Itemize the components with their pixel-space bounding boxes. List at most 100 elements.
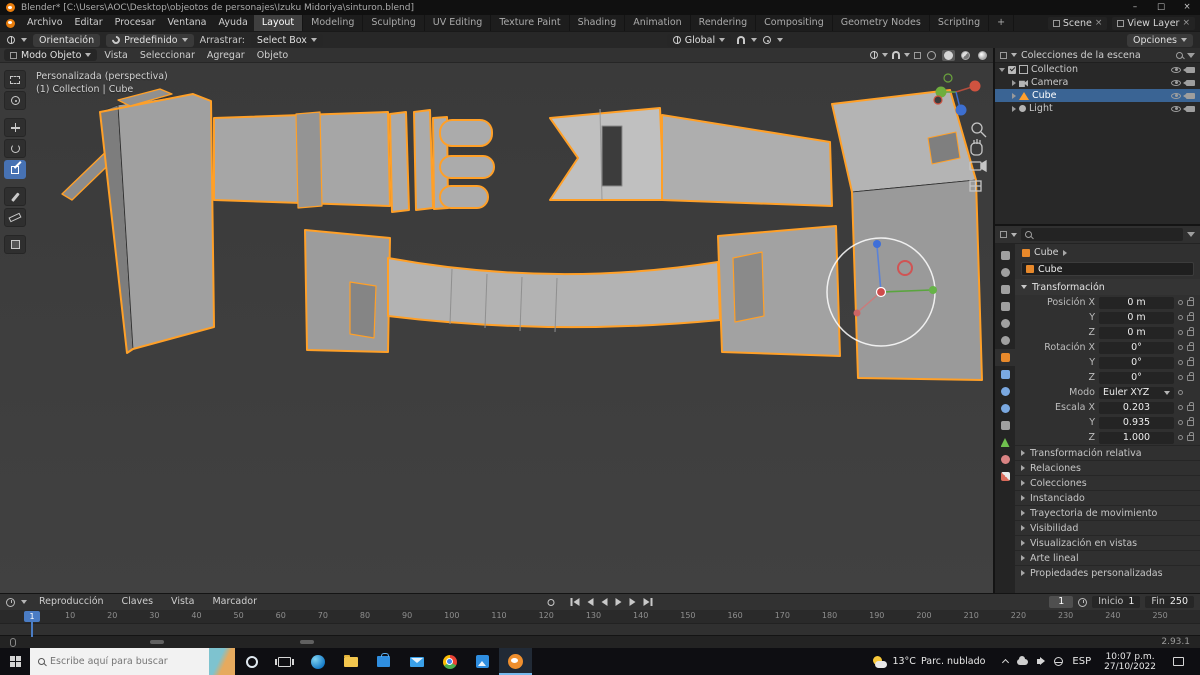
lock-icon[interactable]: [1187, 401, 1194, 411]
viewport-canvas[interactable]: [0, 48, 993, 593]
value-field[interactable]: 0°: [1099, 356, 1174, 369]
transform-section-header[interactable]: Transformación: [1015, 279, 1200, 295]
viewport-menu[interactable]: Objeto: [252, 48, 294, 63]
workspace-tab[interactable]: Shading: [570, 15, 626, 31]
tool-icon[interactable]: [7, 36, 15, 44]
timeline-menu[interactable]: Reproducción: [33, 594, 110, 610]
properties-tab-texture[interactable]: [995, 468, 1015, 485]
notification-center-icon[interactable]: [1173, 657, 1184, 666]
value-field[interactable]: 0.203: [1099, 401, 1174, 414]
timeline-editor-icon[interactable]: [6, 597, 15, 607]
outliner-row[interactable]: Collection: [995, 63, 1200, 76]
lock-icon[interactable]: [1187, 326, 1194, 336]
collapsed-section-header[interactable]: Relaciones: [1015, 460, 1200, 475]
blender-taskbar-button[interactable]: [499, 648, 532, 675]
outliner-item-label[interactable]: Cube: [1032, 90, 1168, 101]
filter-icon[interactable]: [1187, 52, 1195, 58]
jump-to-end-button[interactable]: [643, 598, 653, 606]
collection-checkbox[interactable]: [1008, 65, 1016, 74]
workspace-tab[interactable]: Layout: [253, 15, 304, 31]
taskbar-weather[interactable]: 13°C Parc. nublado: [863, 655, 995, 668]
gizmo-toggle-icon[interactable]: [870, 51, 878, 59]
proportional-dropdown-icon[interactable]: [777, 38, 784, 42]
current-frame-field[interactable]: 1: [1049, 596, 1074, 608]
cortana-button[interactable]: [235, 648, 268, 675]
properties-tab-constraints[interactable]: [995, 417, 1015, 434]
scene-selector[interactable]: Scene ×: [1047, 16, 1108, 30]
viewport-3d[interactable]: Modo Objeto Vista Seleccionar Agregar Objet…: [0, 48, 995, 593]
properties-tab-output[interactable]: [995, 281, 1015, 298]
disclosure-icon[interactable]: [1012, 92, 1016, 99]
workspace-tab[interactable]: Animation: [625, 15, 691, 31]
workspace-tab[interactable]: Modeling: [303, 15, 364, 31]
playhead[interactable]: 1: [24, 611, 40, 637]
lock-icon[interactable]: [1187, 371, 1194, 381]
value-field[interactable]: 0 m: [1099, 311, 1174, 324]
play-reverse-button[interactable]: [601, 598, 608, 606]
view-layer-unlink-icon[interactable]: ×: [1182, 18, 1190, 28]
tool-button-scale[interactable]: [4, 160, 26, 179]
properties-editor-icon[interactable]: [1000, 231, 1007, 238]
workspace-tab[interactable]: +: [989, 15, 1015, 31]
workspace-tab[interactable]: Geometry Nodes: [833, 15, 930, 31]
preset-dropdown[interactable]: Predefinido: [106, 33, 194, 47]
tray-expand-icon[interactable]: [1002, 658, 1010, 667]
view-layer-selector[interactable]: View Layer ×: [1112, 16, 1195, 30]
blender-menu-icon[interactable]: [6, 18, 15, 28]
properties-tab-physics[interactable]: [995, 400, 1015, 417]
tool-button-annotate[interactable]: [4, 187, 26, 206]
tool-button-move[interactable]: [4, 118, 26, 137]
collapsed-section-header[interactable]: Colecciones: [1015, 475, 1200, 490]
options-dropdown[interactable]: Opciones: [1126, 33, 1193, 47]
search-input[interactable]: [50, 656, 175, 667]
collapsed-section-header[interactable]: Propiedades personalizadas: [1015, 565, 1200, 580]
snap-magnet-icon[interactable]: [737, 36, 746, 44]
decorator-icon[interactable]: [1178, 435, 1183, 440]
menu[interactable]: Editar: [69, 15, 109, 31]
workspace-tab[interactable]: UV Editing: [425, 15, 492, 31]
properties-tab-object[interactable]: [995, 349, 1015, 366]
collapsed-section-header[interactable]: Instanciado: [1015, 490, 1200, 505]
decorator-icon[interactable]: [1178, 360, 1183, 365]
properties-tab-world[interactable]: [995, 332, 1015, 349]
collapsed-section-header[interactable]: Visualización en vistas: [1015, 535, 1200, 550]
file-explorer-button[interactable]: [334, 648, 367, 675]
maximize-button[interactable]: □: [1148, 0, 1174, 15]
menu[interactable]: Ayuda: [213, 15, 254, 31]
properties-tab-object-data[interactable]: [995, 434, 1015, 451]
outliner-item-label[interactable]: Camera: [1031, 77, 1168, 88]
edge-button[interactable]: [301, 648, 334, 675]
menu[interactable]: Ventana: [161, 15, 212, 31]
rotation-mode-dropdown[interactable]: Euler XYZ: [1099, 386, 1174, 399]
render-visibility-icon[interactable]: [1183, 79, 1195, 86]
properties-tab-scene[interactable]: [995, 315, 1015, 332]
onedrive-icon[interactable]: [1017, 655, 1029, 665]
disclosure-icon[interactable]: [999, 67, 1005, 72]
proportional-edit-icon[interactable]: [763, 36, 772, 44]
render-visibility-icon[interactable]: [1183, 92, 1195, 99]
properties-tab-particles[interactable]: [995, 383, 1015, 400]
workspace-tab[interactable]: Compositing: [756, 15, 833, 31]
search-daily-image[interactable]: [209, 648, 235, 675]
network-icon[interactable]: [1054, 657, 1064, 666]
taskbar-clock[interactable]: 10:07 p.m. 27/10/2022: [1100, 652, 1160, 672]
decorator-icon[interactable]: [1178, 315, 1183, 320]
pan-hand-icon[interactable]: [970, 139, 983, 156]
chrome-button[interactable]: [433, 648, 466, 675]
store-button[interactable]: [367, 648, 400, 675]
workspace-tab[interactable]: Sculpting: [363, 15, 425, 31]
workspace-tab[interactable]: Scripting: [930, 15, 990, 31]
properties-tab-view-layer[interactable]: [995, 298, 1015, 315]
keying-record-icon[interactable]: [547, 598, 555, 606]
snap-dropdown-icon[interactable]: [751, 38, 758, 42]
lock-icon[interactable]: [1187, 341, 1194, 351]
photos-button[interactable]: [466, 648, 499, 675]
start-button[interactable]: [0, 648, 30, 675]
outliner-item-label[interactable]: Collection: [1031, 64, 1168, 75]
drag-mode-dropdown[interactable]: Select Box: [250, 33, 323, 47]
tool-button-cursor[interactable]: [4, 91, 26, 110]
frame-range-icon[interactable]: [1078, 597, 1088, 607]
overlays-toggle-icon[interactable]: [892, 51, 900, 59]
shading-rendered-button[interactable]: [976, 50, 989, 61]
object-name-field[interactable]: Cube: [1021, 262, 1194, 276]
